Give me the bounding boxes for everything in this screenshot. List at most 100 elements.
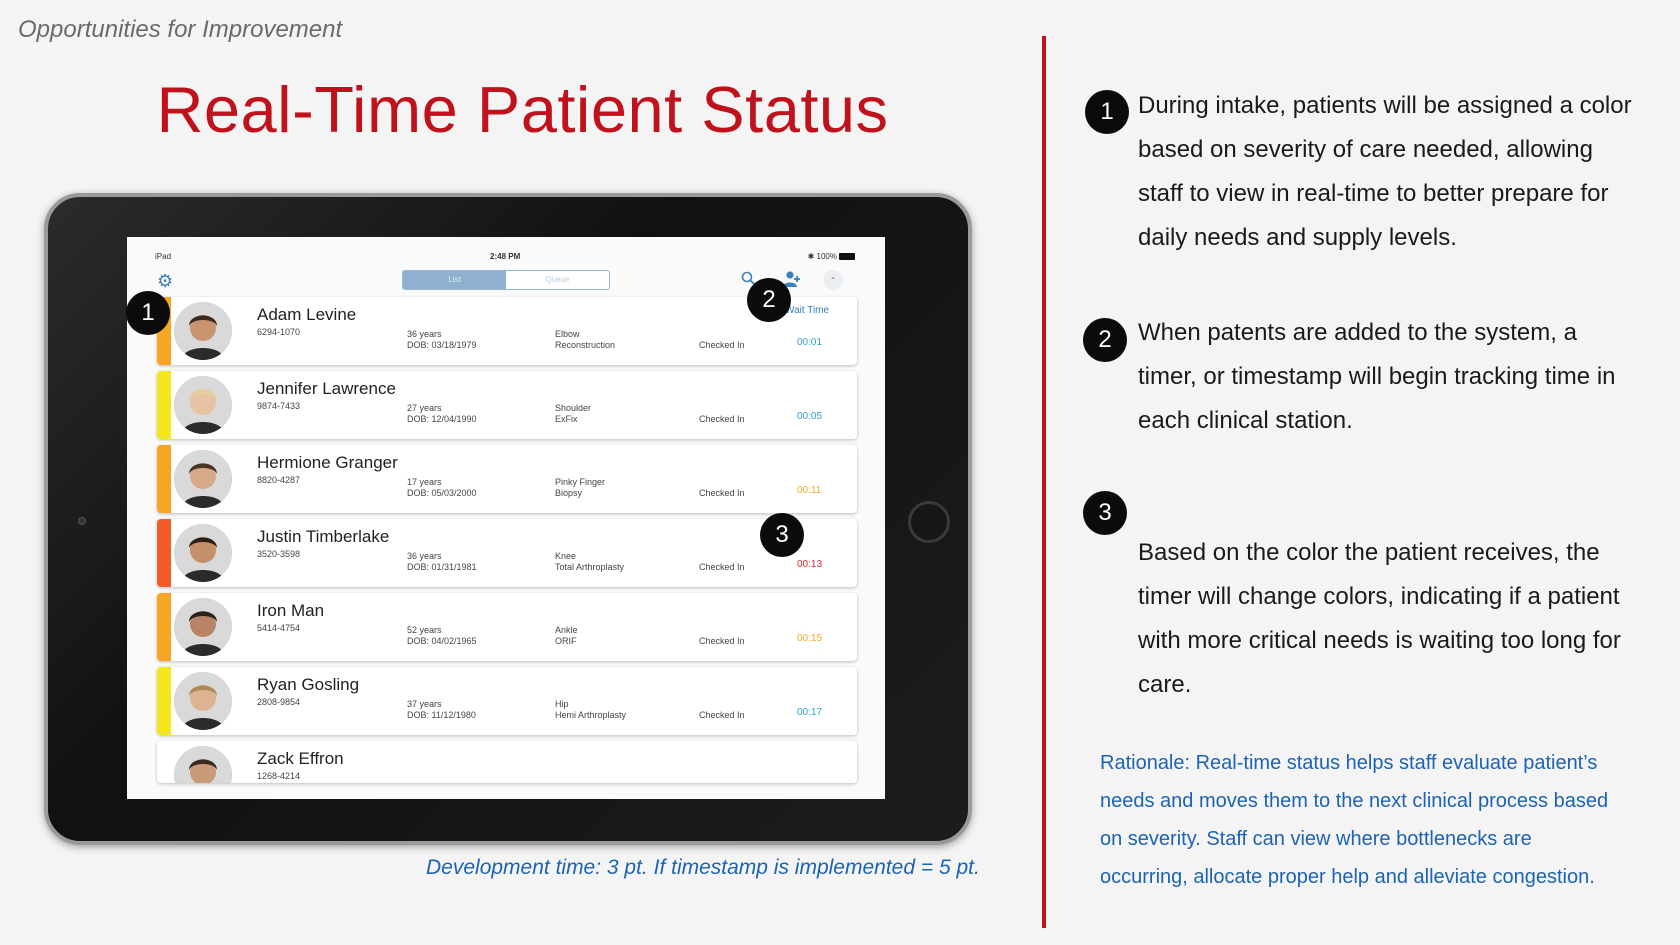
note-3-line: with more critical needs is waiting too … — [1138, 627, 1621, 654]
procedure-line: Hemi Arthroplasty — [555, 710, 627, 720]
severity-color-bar — [157, 741, 171, 783]
age-text: 36 years — [407, 551, 442, 561]
note-3-line: Based on the color the patient receives,… — [1138, 539, 1600, 566]
age-text: 27 years — [407, 403, 442, 413]
wait-timer: 00:01 — [797, 337, 823, 348]
severity-color-bar — [157, 519, 171, 587]
procedure-line: Biopsy — [555, 488, 583, 498]
dob-text: DOB: 01/31/1981 — [407, 562, 477, 572]
table-row[interactable]: Iron Man 5414-4754 52 years DOB: 04/02/1965… — [157, 593, 857, 661]
wait-timer: 00:15 — [797, 633, 823, 644]
tab-list[interactable]: List — [403, 271, 506, 289]
rationale-line: needs and moves them to the next clinica… — [1100, 790, 1609, 812]
patient-id: 5414-4754 — [257, 623, 301, 633]
wait-timer: 00:11 — [797, 485, 822, 496]
note-2-line: each clinical station. — [1138, 407, 1353, 434]
patient-procedure: Ankle ORIF — [555, 625, 578, 647]
dob-text: DOB: 03/18/1979 — [407, 340, 477, 350]
page-title: Real-Time Patient Status — [156, 73, 889, 146]
dob-text: DOB: 11/12/1980 — [407, 710, 476, 720]
note-1: During intake, patients will be assigned… — [1138, 84, 1648, 260]
view-segmented-control[interactable]: List Queue — [402, 270, 610, 290]
status-badge: Checked In — [699, 488, 745, 498]
patient-name: Zack Effron — [257, 749, 344, 768]
procedure-line: Hip — [555, 699, 569, 709]
table-row[interactable]: Hermione Granger 8820-4287 17 years DOB: 05… — [157, 445, 857, 513]
clock: 2:48 PM — [490, 252, 521, 261]
note-marker-1: 1 — [1085, 90, 1129, 134]
patient-age: 36 years DOB: 01/31/1981 — [407, 551, 477, 573]
development-time-note: Development time: 3 pt. If timestamp is … — [426, 856, 980, 879]
tab-queue[interactable]: Queue — [506, 271, 609, 289]
wait-timer: 00:17 — [797, 707, 823, 718]
table-row[interactable]: Jennifer Lawrence 9874-7433 27 years DOB: 1… — [157, 371, 857, 439]
note-1-line: During intake, patients will be assigned… — [1138, 92, 1632, 119]
rationale-line: Rationale: Real-time status helps staff … — [1100, 752, 1598, 774]
patient-age: 36 years DOB: 03/18/1979 — [407, 329, 477, 351]
severity-color-bar — [157, 445, 171, 513]
rationale-line: on severity. Staff can view where bottle… — [1100, 828, 1532, 850]
patient-name: Justin Timberlake — [257, 527, 390, 546]
table-row[interactable]: Justin Timberlake 3520-3598 36 years DOB: 0… — [157, 519, 857, 587]
table-row[interactable]: Zack Effron 1268-4214 — [157, 741, 857, 783]
note-2-line: When patents are added to the system, a — [1138, 319, 1577, 346]
table-row[interactable]: Ryan Gosling 2808-9854 37 years DOB: 11/12/… — [157, 667, 857, 735]
note-3: Based on the color the patient receives,… — [1138, 531, 1648, 707]
home-button[interactable] — [908, 501, 950, 543]
severity-color-bar — [157, 593, 171, 661]
severity-color-bar — [157, 667, 171, 735]
age-text: 36 years — [407, 329, 442, 339]
patient-id: 1268-4214 — [257, 771, 301, 781]
search-icon[interactable] — [741, 271, 755, 285]
procedure-line: Reconstruction — [555, 340, 616, 350]
note-1-line: daily needs and supply levels. — [1138, 224, 1457, 251]
more-button[interactable]: - — [823, 270, 843, 290]
patient-name: Iron Man — [257, 601, 325, 620]
status-badge: Checked In — [699, 414, 745, 424]
patient-age: 37 years DOB: 11/12/1980 — [407, 699, 476, 721]
status-badge: Checked In — [699, 710, 745, 720]
patient-procedure: Knee Total Arthroplasty — [555, 551, 624, 573]
status-badge: Checked In — [699, 636, 745, 646]
callout-marker-3: 3 — [760, 513, 804, 557]
wait-timer: 00:13 — [797, 559, 823, 570]
note-1-line: based on severity of care needed, allowi… — [1138, 136, 1593, 163]
procedure-line: Knee — [555, 551, 577, 561]
divider — [1042, 36, 1046, 928]
patient-age: 27 years DOB: 12/04/1990 — [407, 403, 477, 425]
procedure-line: Elbow — [555, 329, 580, 339]
procedure-line: ExFix — [555, 414, 578, 424]
wait-time-header: Wait Time — [785, 305, 830, 316]
procedure-line: Pinky Finger — [555, 477, 606, 487]
patient-procedure: Pinky Finger Biopsy — [555, 477, 605, 499]
battery-icon — [839, 253, 855, 261]
avatar — [174, 450, 232, 508]
note-3-line: care. — [1138, 671, 1192, 698]
avatar — [174, 598, 232, 656]
note-3-line: timer will change colors, indicating if … — [1138, 583, 1620, 610]
note-marker-2: 2 — [1083, 318, 1127, 362]
patient-age: 52 years DOB: 04/02/1965 — [407, 625, 477, 647]
camera-icon — [78, 517, 86, 525]
battery-percent: 100% — [816, 252, 837, 261]
dob-text: DOB: 04/02/1965 — [407, 636, 477, 646]
avatar — [174, 672, 232, 730]
patient-id: 2808-9854 — [257, 697, 301, 707]
procedure-line: Shoulder — [555, 403, 592, 413]
patient-id: 9874-7433 — [257, 401, 301, 411]
patient-name: Hermione Granger — [257, 453, 398, 472]
age-text: 37 years — [407, 699, 442, 709]
patient-procedure: Elbow Reconstruction — [555, 329, 615, 351]
procedure-line: Ankle — [555, 625, 578, 635]
note-marker-3: 3 — [1083, 491, 1127, 535]
avatar — [174, 746, 232, 783]
status-badge: Checked In — [699, 340, 745, 350]
patient-name: Ryan Gosling — [257, 675, 360, 694]
section-label: Opportunities for Improvement — [18, 16, 343, 43]
rationale-line: occurring, allocate proper help and alle… — [1100, 866, 1595, 888]
dob-text: DOB: 05/03/2000 — [407, 488, 477, 498]
age-text: 52 years — [407, 625, 442, 635]
note-2-line: timer, or timestamp will begin tracking … — [1138, 363, 1616, 390]
patient-list: Adam Levine 6294-1070 36 years DOB: 03/18/1… — [157, 297, 857, 789]
gear-icon[interactable]: ⚙ — [157, 272, 173, 290]
